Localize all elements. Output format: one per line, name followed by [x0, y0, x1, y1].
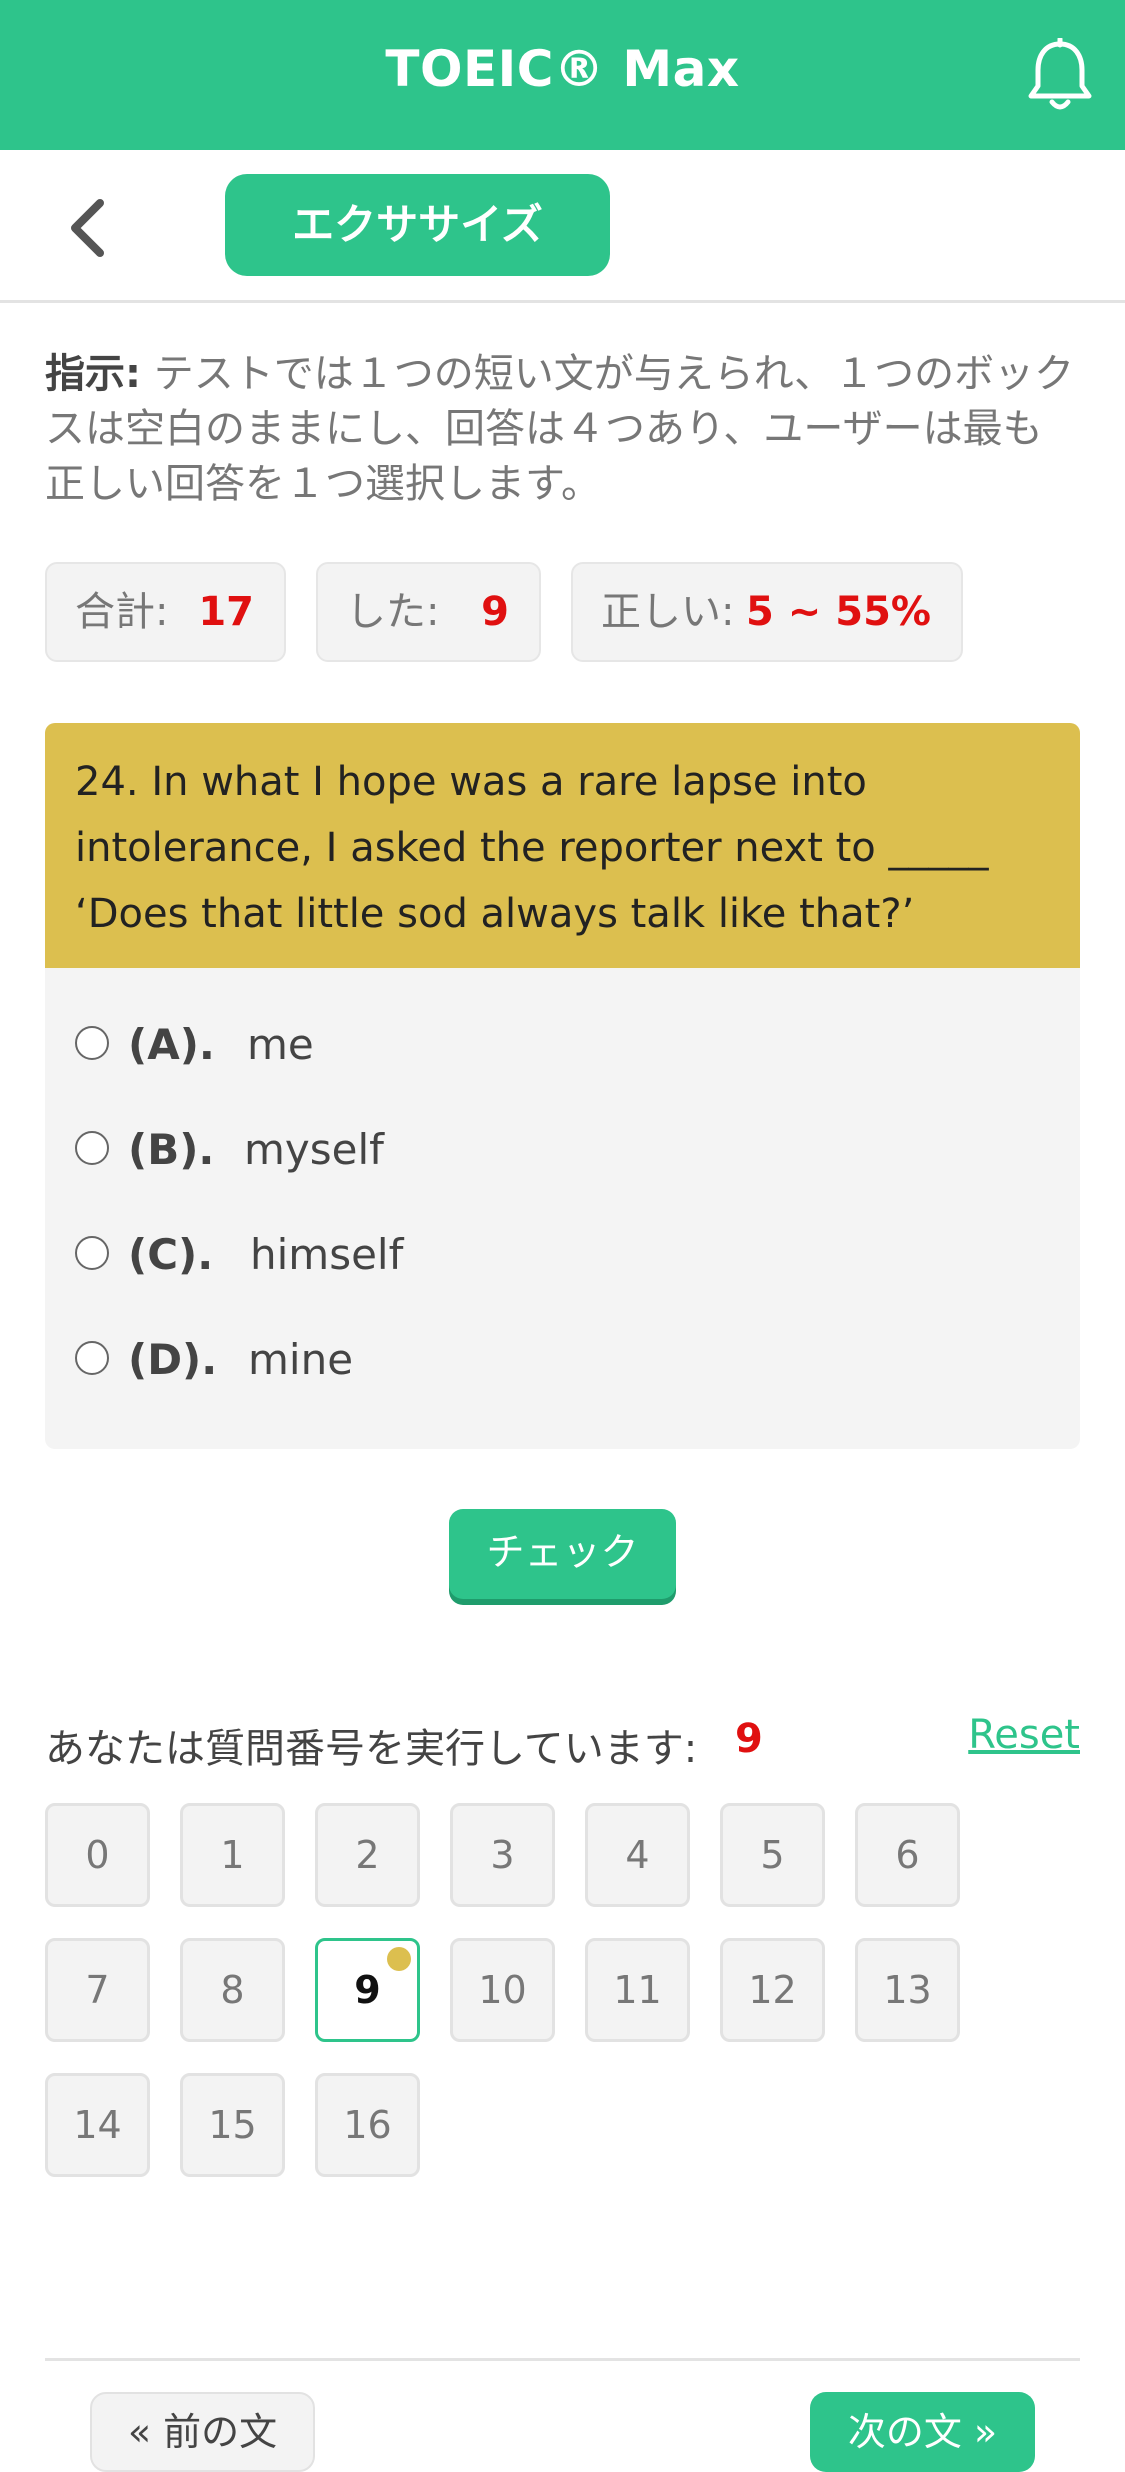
stat-total-value: 17: [198, 589, 254, 635]
question-number-button[interactable]: 8: [180, 1938, 285, 2042]
question-number-label: 11: [613, 1968, 662, 2012]
divider: [45, 2358, 1080, 2361]
question-number-label: 5: [760, 1833, 785, 1877]
question-number-label: 16: [343, 2103, 392, 2147]
option-letter: (A).: [128, 1020, 215, 1069]
option-text: me: [247, 1020, 314, 1069]
stat-done: した: 9: [316, 562, 541, 662]
question-number-label: 13: [883, 1968, 932, 2012]
question-card: 24. In what I hope was a rare lapse into…: [45, 723, 1080, 1449]
check-button[interactable]: チェック: [449, 1509, 676, 1599]
radio-icon[interactable]: [75, 1236, 109, 1270]
instructions: 指示: テストでは１つの短い文が与えられ、１つのボックスは空白のままにし、回答は…: [45, 347, 1080, 512]
question-number-button[interactable]: 10: [450, 1938, 555, 2042]
question-number-button[interactable]: 5: [720, 1803, 825, 1907]
question-number-button[interactable]: 13: [855, 1938, 960, 2042]
question-number-label: 15: [208, 2103, 257, 2147]
question-number-label: 0: [85, 1833, 110, 1877]
stat-done-value: 9: [481, 589, 509, 635]
question-header: 24. In what I hope was a rare lapse into…: [45, 723, 1080, 968]
reset-link[interactable]: Reset: [968, 1712, 1080, 1758]
app-header: TOEIC® Max: [0, 0, 1125, 150]
instructions-text: テストでは１つの短い文が与えられ、１つのボックスは空白のままにし、回答は４つあり…: [45, 351, 1075, 507]
radio-icon[interactable]: [75, 1026, 109, 1060]
question-number-button[interactable]: 2: [315, 1803, 420, 1907]
stat-done-label: した:: [346, 589, 440, 635]
question-number-button[interactable]: 14: [45, 2073, 150, 2177]
question-number-button[interactable]: 12: [720, 1938, 825, 2042]
question-number-button[interactable]: 1: [180, 1803, 285, 1907]
tab-exercise[interactable]: エクササイズ: [225, 174, 610, 276]
question-number-label: 8: [220, 1968, 245, 2012]
option-letter: (D).: [128, 1335, 218, 1384]
question-number-label: 12: [748, 1968, 797, 2012]
question-number-label: 1: [220, 1833, 245, 1877]
question-number-button[interactable]: 7: [45, 1938, 150, 2042]
stat-total: 合計: 17: [45, 562, 286, 662]
progress-label: あなたは質問番号を実行しています:: [45, 1726, 698, 1772]
question-number-button[interactable]: 0: [45, 1803, 150, 1907]
question-number-label: 3: [490, 1833, 515, 1877]
question-number-button[interactable]: 11: [585, 1938, 690, 2042]
chevron-left-icon[interactable]: [60, 198, 120, 258]
option-text: himself: [250, 1230, 404, 1279]
current-indicator-dot: [387, 1947, 411, 1971]
prev-sentence-button[interactable]: « 前の文: [90, 2392, 315, 2472]
question-number-button[interactable]: 15: [180, 2073, 285, 2177]
stat-correct-label: 正しい:: [601, 589, 735, 635]
question-number-button[interactable]: 16: [315, 2073, 420, 2177]
stat-correct: 正しい: 5 ~ 55%: [571, 562, 963, 662]
stat-correct-value: 5 ~ 55%: [746, 589, 931, 635]
question-number-label: 7: [85, 1968, 110, 2012]
progress-current: 9: [735, 1716, 763, 1762]
question-text: 24. In what I hope was a rare lapse into…: [75, 759, 989, 937]
question-number-button[interactable]: 9: [315, 1938, 420, 2042]
question-number-button[interactable]: 6: [855, 1803, 960, 1907]
question-number-button[interactable]: 3: [450, 1803, 555, 1907]
question-number-label: 14: [73, 2103, 122, 2147]
radio-icon[interactable]: [75, 1341, 109, 1375]
question-number-label: 6: [895, 1833, 920, 1877]
option-letter: (C).: [128, 1230, 214, 1279]
option-text: myself: [244, 1125, 384, 1174]
sub-header: エクササイズ: [0, 150, 1125, 303]
option-letter: (B).: [128, 1125, 215, 1174]
question-number-label: 9: [354, 1968, 381, 2012]
question-number-label: 4: [625, 1833, 650, 1877]
radio-icon[interactable]: [75, 1131, 109, 1165]
instructions-label: 指示:: [45, 351, 141, 397]
bell-icon[interactable]: [1025, 38, 1095, 114]
app-title: TOEIC® Max: [385, 40, 740, 98]
next-sentence-button[interactable]: 次の文 »: [810, 2392, 1035, 2472]
question-number-button[interactable]: 4: [585, 1803, 690, 1907]
stat-total-label: 合計:: [75, 589, 169, 635]
option-text: mine: [248, 1335, 354, 1384]
question-number-label: 10: [478, 1968, 527, 2012]
question-number-label: 2: [355, 1833, 380, 1877]
